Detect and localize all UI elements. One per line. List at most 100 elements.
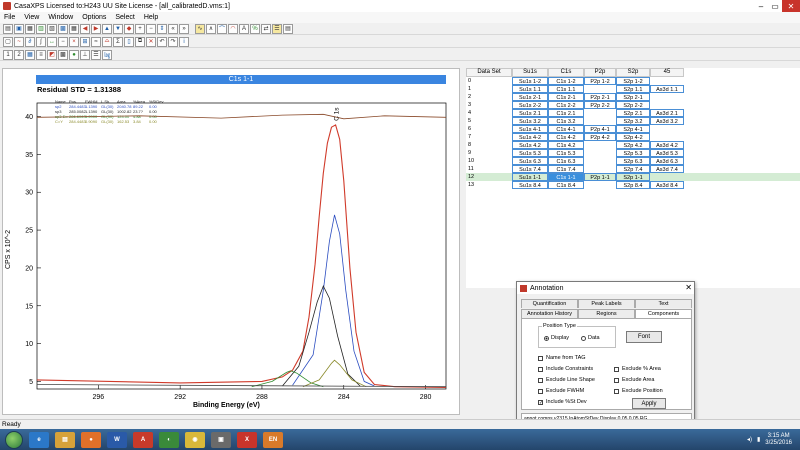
spectrum-icon[interactable]: ∿ xyxy=(195,23,205,34)
grid-cell[interactable] xyxy=(584,85,616,93)
undo-icon[interactable]: ↶ xyxy=(157,36,167,47)
display-2-icon[interactable]: 2 xyxy=(14,49,24,60)
grid-cell[interactable]: C1s 4-2 xyxy=(548,133,584,141)
check-exclude-position[interactable]: Exclude Position xyxy=(614,388,663,394)
grid-cell[interactable]: As3d 1.1 xyxy=(650,85,684,93)
grid-cell[interactable]: Su1s 3.2 xyxy=(512,117,548,125)
dialog-close-icon[interactable]: ✕ xyxy=(685,283,692,292)
grid-col-dataset[interactable]: Data Set xyxy=(466,68,512,77)
grid-row[interactable]: 2 Su1s 2-1 C1s 2-1 P2p 2-1 S2p 2-1 xyxy=(466,93,800,101)
radio-display[interactable]: Display xyxy=(544,335,569,341)
tab-regions[interactable]: Regions xyxy=(578,309,635,318)
grid-cell[interactable]: As3d 5.3 xyxy=(650,149,684,157)
display-log-icon[interactable]: ㏒ xyxy=(102,49,112,60)
display-color-icon[interactable]: ● xyxy=(69,49,79,60)
data-icon[interactable]: ▥ xyxy=(36,23,46,34)
grid-row[interactable]: 4 Su1s 2.1 C1s 2.1 S2p 2.1 As3d 2.1 xyxy=(466,109,800,117)
grid-row[interactable]: 0 Su1s 1-2 C1s 1-2 P2p 1-2 S2p 1-2 xyxy=(466,77,800,85)
network-icon[interactable]: ▮ xyxy=(757,436,760,443)
grid-cell[interactable]: C1s 2-1 xyxy=(548,93,584,101)
mc-icon[interactable]: Σ xyxy=(113,36,123,47)
grid-row[interactable]: 8 Su1s 4.2 C1s 4.2 S2p 4.2 As3d 4.2 xyxy=(466,141,800,149)
region-icon[interactable]: ⌒ xyxy=(217,23,227,34)
grid-cell[interactable]: As3d 6.3 xyxy=(650,157,684,165)
grid-cell[interactable]: Su1s 2.1 xyxy=(512,109,548,117)
report-icon[interactable]: ▤ xyxy=(283,23,293,34)
app-taskbar-icon[interactable]: ◐ xyxy=(159,431,179,448)
grid-cell[interactable]: C1s 4.2 xyxy=(548,141,584,149)
grid-cell[interactable]: P2p 4-1 xyxy=(584,125,616,133)
spectrum-panel[interactable]: C1s 1-1 Residual STD = 1.31388 Name Pos. F… xyxy=(2,68,460,415)
tab-components[interactable]: Components xyxy=(635,309,692,318)
grid-cell[interactable]: S2p 4-2 xyxy=(616,133,650,141)
radio-data[interactable]: Data xyxy=(581,335,600,341)
app2-taskbar-icon[interactable]: ▣ xyxy=(211,431,231,448)
menu-options[interactable]: Options xyxy=(82,14,106,21)
open-file-icon[interactable]: ▤ xyxy=(3,23,13,34)
menu-select[interactable]: Select xyxy=(115,14,134,21)
start-button[interactable] xyxy=(5,430,23,449)
grid-cell[interactable] xyxy=(584,109,616,117)
shift-icon[interactable]: ↔ xyxy=(47,36,57,47)
tile-icon[interactable]: ▧ xyxy=(47,23,57,34)
grid-cell[interactable]: P2p 1-1 xyxy=(584,173,616,181)
grid-cell[interactable]: P2p 4-2 xyxy=(584,133,616,141)
grid-cell[interactable]: S2p 2-1 xyxy=(616,93,650,101)
grid-col-su1s[interactable]: Su1s xyxy=(512,68,548,77)
peak-icon[interactable]: ∧ xyxy=(206,23,216,34)
grid-cell[interactable]: C1s 1-1 xyxy=(548,173,584,181)
overlay-icon[interactable]: ▩ xyxy=(58,23,68,34)
casaxps-taskbar-icon[interactable]: X xyxy=(237,431,257,448)
grid-cell[interactable]: S2p 4-1 xyxy=(616,125,650,133)
grid-cell[interactable] xyxy=(650,173,684,181)
display-stack-icon[interactable]: ≡ xyxy=(36,49,46,60)
grid-cell[interactable]: S2p 2-2 xyxy=(616,101,650,109)
zoom-in-icon[interactable]: + xyxy=(135,23,145,34)
close-button[interactable]: ✕ xyxy=(782,0,800,12)
grid-cell[interactable] xyxy=(650,133,684,141)
maximize-button[interactable]: ▭ xyxy=(768,0,782,12)
grid-cell[interactable] xyxy=(584,149,616,157)
minimize-button[interactable]: – xyxy=(754,0,768,12)
arrow-down-icon[interactable]: ▼ xyxy=(113,23,123,34)
derivative-icon[interactable]: ∂ xyxy=(25,36,35,47)
apply-button[interactable]: Apply xyxy=(632,398,666,409)
menu-window[interactable]: Window xyxy=(48,14,73,21)
grid-cell[interactable] xyxy=(650,125,684,133)
grid-cell[interactable]: Su1s 4-1 xyxy=(512,125,548,133)
grid-cell[interactable]: C1s 6.3 xyxy=(548,157,584,165)
rescale-icon[interactable]: ⇕ xyxy=(157,23,167,34)
grid-row[interactable]: 12 Su1s 1-1 C1s 1-1 P2p 1-1 S2p 1-1 xyxy=(466,173,800,181)
speaker-icon[interactable]: ◂) xyxy=(747,436,752,443)
grid-cell[interactable]: C1s 2-2 xyxy=(548,101,584,109)
grid-row[interactable]: 1 Su1s 1.1 C1s 1.1 S2p 1.1 As3d 1.1 xyxy=(466,85,800,93)
scale-icon[interactable]: × xyxy=(69,36,79,47)
dataset-grid[interactable]: Data Set Su1s C1s P2p S2p 45 0 Su1s 1-2 C1… xyxy=(466,68,800,288)
component-icon[interactable]: ◠ xyxy=(228,23,238,34)
print-icon[interactable]: ▦ xyxy=(25,23,35,34)
arrow-up-icon[interactable]: ▲ xyxy=(102,23,112,34)
word-taskbar-icon[interactable]: W xyxy=(107,431,127,448)
display-legend-icon[interactable]: ☰ xyxy=(91,49,101,60)
check-include-stdev[interactable]: ✓ Include %St Dev xyxy=(538,399,587,405)
grid-cell[interactable]: C1s 1.1 xyxy=(548,85,584,93)
grid-col-p2p[interactable]: P2p xyxy=(584,68,616,77)
grid-cell[interactable] xyxy=(650,93,684,101)
grid-cell[interactable]: Su1s 2-2 xyxy=(512,101,548,109)
grid-cell[interactable]: Su1s 4-2 xyxy=(512,133,548,141)
tab-annotation-history[interactable]: Annotation History xyxy=(521,309,578,318)
menu-view[interactable]: View xyxy=(24,14,39,21)
delete-icon[interactable]: ✕ xyxy=(146,36,156,47)
tab-quantification[interactable]: Quantification xyxy=(521,299,578,308)
process-icon[interactable]: ▢ xyxy=(3,36,13,47)
spectrum-chart[interactable]: 5 10 15 20 25 30 35 40 296 292 288 284 280 C 1s xyxy=(3,69,459,414)
arrow-left-icon[interactable]: ◀ xyxy=(80,23,90,34)
grid-cell[interactable]: Su1s 1-2 xyxy=(512,77,548,85)
grid-cell[interactable]: P2p 2-1 xyxy=(584,93,616,101)
grid-row[interactable]: 13 Su1s 8.4 C1s 8.4 S2p 8.4 As3d 8.4 xyxy=(466,181,800,189)
grid-cell[interactable]: As3d 3.2 xyxy=(650,117,684,125)
library-icon[interactable]: ☰ xyxy=(272,23,282,34)
grid-cell[interactable]: Su1s 7.4 xyxy=(512,165,548,173)
grid-cell[interactable]: Su1s 4.2 xyxy=(512,141,548,149)
info-icon[interactable]: i xyxy=(179,36,189,47)
